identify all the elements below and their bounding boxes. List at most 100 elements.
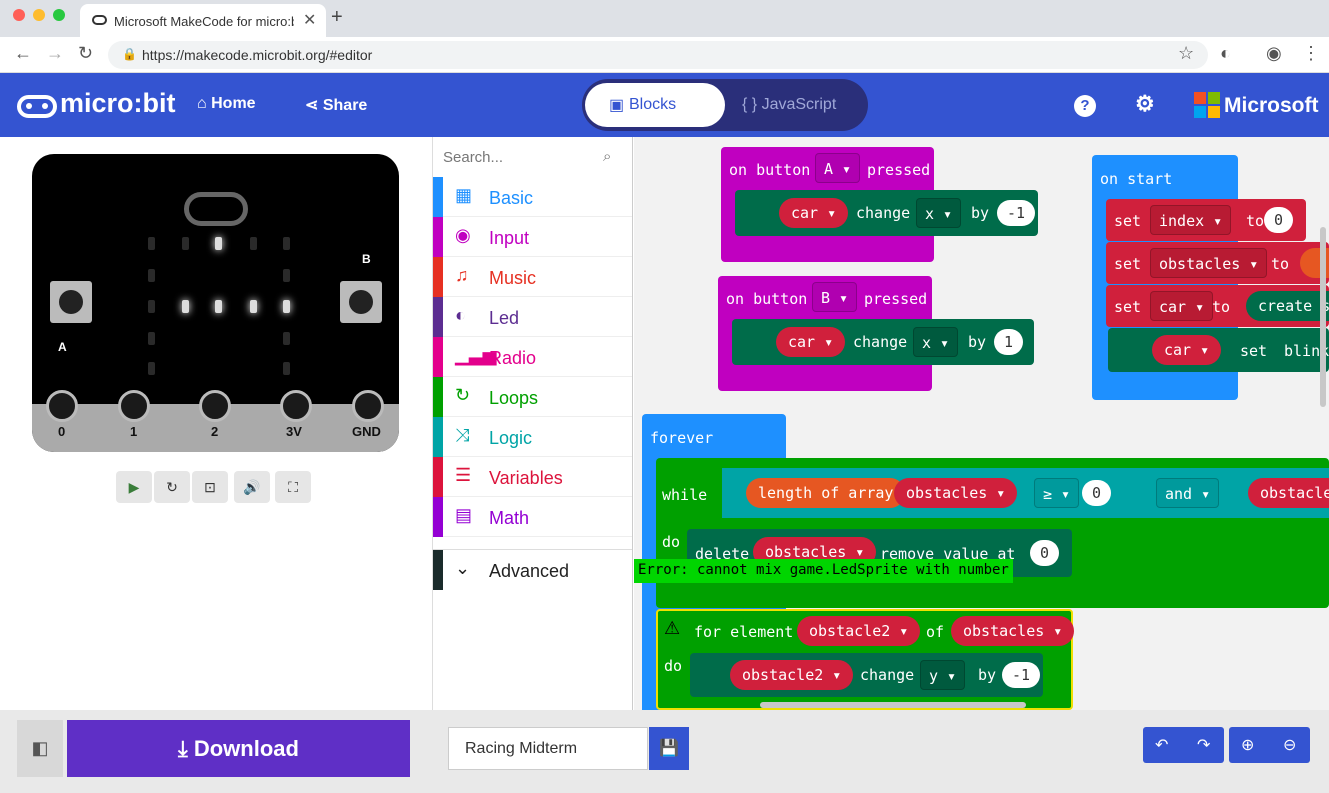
category-input[interactable]: ◉ Input: [433, 217, 632, 257]
button-a[interactable]: [50, 281, 92, 323]
help-icon[interactable]: ?: [1074, 95, 1096, 117]
new-tab-icon[interactable]: +: [331, 6, 343, 29]
set-obstacles-block[interactable]: set obstacles ▾ to: [1106, 242, 1329, 284]
vertical-scrollbar[interactable]: [1320, 227, 1326, 407]
bookmark-star-icon[interactable]: ☆: [1178, 43, 1194, 64]
pin-0[interactable]: [46, 390, 78, 422]
sim-debug-button[interactable]: ⊡: [192, 471, 228, 503]
dark-mode-icon[interactable]: ◐: [1220, 43, 1231, 64]
download-button[interactable]: ⤓ Download: [67, 720, 410, 777]
sprite-change-block[interactable]: car ▾ change x ▾ by -1: [735, 190, 1038, 236]
variable-pill[interactable]: obstacle2 ▾: [797, 616, 921, 646]
category-label: Music: [489, 268, 537, 288]
close-window-icon[interactable]: [13, 9, 25, 21]
number-input[interactable]: 0: [1082, 480, 1112, 506]
variable-pill[interactable]: obstacle2 ▾: [730, 660, 854, 690]
url-field[interactable]: 🔒 https://makecode.microbit.org/#editor: [108, 41, 1208, 69]
share-button[interactable]: ⋖ Share: [305, 95, 367, 115]
horizontal-scrollbar[interactable]: [760, 702, 1026, 708]
set-index-block[interactable]: set index ▾ to 0: [1106, 199, 1306, 241]
redo-icon[interactable]: ↷: [1197, 735, 1210, 755]
forward-icon[interactable]: →: [46, 43, 64, 64]
variable-dropdown[interactable]: obstacles ▾: [1150, 248, 1268, 278]
sprite-change-block[interactable]: obstacle2 ▾ change y ▾ by -1: [690, 653, 1043, 697]
block-text: pressed: [864, 290, 928, 308]
variable-pill[interactable]: obstacles ▾: [951, 616, 1075, 646]
pin-label: 0: [58, 424, 66, 439]
settings-gear-icon[interactable]: ⚙: [1135, 91, 1155, 117]
category-loops[interactable]: ↻ Loops: [433, 377, 632, 417]
variable-dropdown[interactable]: car ▾: [1150, 291, 1214, 321]
category-basic[interactable]: ▦ Basic: [433, 177, 632, 217]
shuffle-icon: ⤨: [455, 425, 470, 445]
variable-pill[interactable]: car ▾: [1152, 335, 1222, 365]
property-dropdown[interactable]: y ▾: [920, 660, 966, 690]
simulator-panel: A B 0 1 2 3V GND ▶ ↻ ⊡ 🔊 ⛶: [0, 137, 433, 710]
block-text: on start: [1100, 170, 1173, 188]
variable-pill[interactable]: car ▾: [776, 327, 846, 357]
number-input[interactable]: 0: [1030, 540, 1060, 566]
number-input[interactable]: 1: [994, 329, 1024, 355]
sim-play-button[interactable]: ▶: [116, 471, 152, 503]
close-tab-icon[interactable]: ✕: [303, 10, 316, 30]
property-dropdown[interactable]: x ▾: [913, 327, 959, 357]
blocks-tab[interactable]: ▣ Blocks: [585, 83, 725, 127]
sim-fullscreen-button[interactable]: ⛶: [275, 471, 311, 503]
block-text: do: [662, 533, 681, 551]
sim-mute-button[interactable]: 🔊: [234, 471, 270, 503]
length-of-array-reporter[interactable]: length of array: [746, 478, 906, 508]
blocks-workspace[interactable]: on button A ▾ pressed car ▾ change x ▾ b…: [634, 137, 1329, 710]
category-math[interactable]: ▤ Math: [433, 497, 632, 537]
number-input[interactable]: 0: [1264, 207, 1294, 233]
button-dropdown[interactable]: B ▾: [812, 282, 858, 312]
back-icon[interactable]: ←: [14, 43, 32, 64]
toolbox-search-input[interactable]: Search...: [443, 149, 623, 166]
category-logic[interactable]: ⤨ Logic: [433, 417, 632, 457]
category-advanced[interactable]: ⌄ Advanced: [433, 549, 632, 590]
microbit-logo-text[interactable]: micro:bit: [60, 88, 176, 119]
sprite-change-block[interactable]: car ▾ change x ▾ by 1: [732, 319, 1034, 365]
number-input[interactable]: -1: [1002, 662, 1041, 688]
led: [250, 237, 257, 250]
pin-2[interactable]: [199, 390, 231, 422]
home-button[interactable]: ⌂ Home: [197, 95, 256, 113]
project-name-input[interactable]: Racing Midterm: [448, 727, 648, 770]
sim-restart-button[interactable]: ↻: [154, 471, 190, 503]
zoom-in-icon[interactable]: ⊕: [1241, 735, 1254, 755]
category-radio[interactable]: ▁▃▅ Radio: [433, 337, 632, 377]
reload-icon[interactable]: ↻: [78, 43, 93, 64]
microsoft-brand[interactable]: Microsoft: [1224, 94, 1319, 118]
variable-pill[interactable]: obstacle: [1248, 478, 1329, 508]
save-icon[interactable]: 💾: [649, 727, 689, 770]
number-input[interactable]: -1: [997, 200, 1036, 226]
logic-dropdown[interactable]: and ▾: [1156, 478, 1220, 508]
button-dropdown[interactable]: A ▾: [815, 153, 861, 183]
undo-icon[interactable]: ↶: [1155, 735, 1168, 755]
minimize-window-icon[interactable]: [33, 9, 45, 21]
pin-1[interactable]: [118, 390, 150, 422]
javascript-tab[interactable]: { } JavaScript: [742, 96, 836, 114]
led-on: [215, 237, 222, 250]
variable-dropdown[interactable]: index ▾: [1150, 205, 1232, 235]
property-dropdown[interactable]: x ▾: [916, 198, 962, 228]
variable-pill[interactable]: car ▾: [779, 198, 849, 228]
button-b[interactable]: [340, 281, 382, 323]
zoom-out-icon[interactable]: ⊖: [1283, 735, 1296, 755]
category-led[interactable]: ◐ Led: [433, 297, 632, 337]
profile-icon[interactable]: ◉: [1266, 43, 1282, 64]
sprite-set-blink-block[interactable]: car ▾ set blink: [1108, 328, 1329, 372]
create-sprite-reporter[interactable]: create s: [1246, 291, 1329, 321]
pin-3v[interactable]: [280, 390, 312, 422]
menu-icon[interactable]: ⋮: [1302, 43, 1320, 64]
browser-tab[interactable]: Microsoft MakeCode for micro:bit ✕: [80, 4, 326, 37]
operator-dropdown[interactable]: ≥ ▾: [1034, 478, 1080, 508]
category-music[interactable]: ♫ Music: [433, 257, 632, 297]
variable-pill[interactable]: obstacles ▾: [894, 478, 1018, 508]
maximize-window-icon[interactable]: [53, 9, 65, 21]
warning-icon: ⚠: [664, 618, 681, 638]
set-car-block[interactable]: set car ▾ to create s: [1106, 285, 1329, 327]
collapse-sim-button[interactable]: ◧: [17, 720, 63, 777]
pin-gnd[interactable]: [352, 390, 384, 422]
category-variables[interactable]: ☰ Variables: [433, 457, 632, 497]
and-condition[interactable]: length of array obstacles ▾ ≥ ▾ 0 and ▾ …: [722, 468, 1329, 518]
